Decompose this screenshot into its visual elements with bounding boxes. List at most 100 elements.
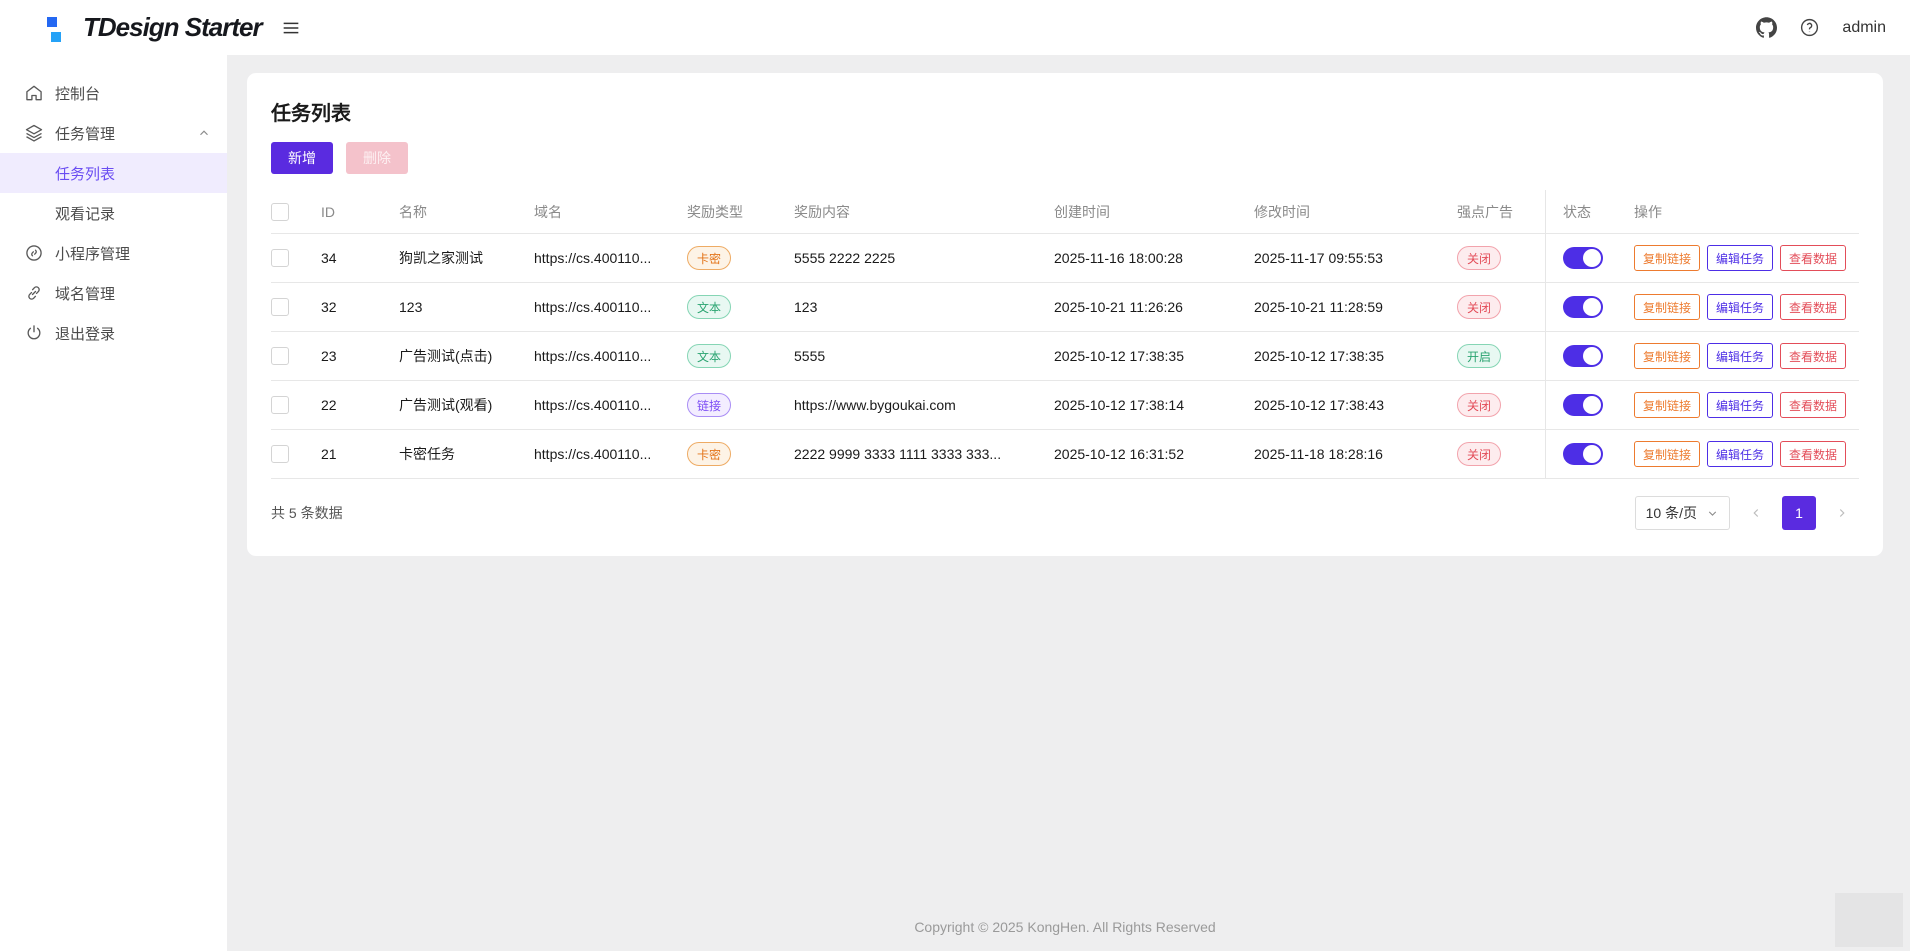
prev-page-button[interactable] [1739,496,1773,530]
cell-name: 广告测试(点击) [399,346,534,366]
cell-created: 2025-10-12 17:38:35 [1054,348,1254,364]
view-data-button[interactable]: 查看数据 [1780,294,1846,320]
cell-name: 狗凯之家测试 [399,248,534,268]
chevron-up-icon [197,126,211,140]
sidebar-item-label: 观看记录 [55,203,115,224]
col-header-modified: 修改时间 [1254,202,1457,222]
status-toggle[interactable] [1563,345,1603,367]
force-ad-badge: 关闭 [1457,295,1501,319]
col-header-created: 创建时间 [1054,202,1254,222]
row-checkbox[interactable] [271,298,289,316]
cell-id: 23 [321,348,399,364]
app-logo[interactable]: TDesign Starter [47,12,262,43]
sidebar-item-label: 域名管理 [55,283,115,304]
view-data-button[interactable]: 查看数据 [1780,441,1846,467]
add-button[interactable]: 新增 [271,142,333,174]
sidebar-item-task-list[interactable]: 任务列表 [0,153,227,193]
sidebar-item-label: 退出登录 [55,323,115,344]
sidebar-nav: 控制台 任务管理 任务列表 [0,55,227,951]
edit-task-button[interactable]: 编辑任务 [1707,294,1773,320]
next-page-button[interactable] [1825,496,1859,530]
col-header-domain: 域名 [534,202,687,222]
sidebar-item-task-management[interactable]: 任务管理 [0,113,227,153]
power-icon [24,323,44,343]
cell-created: 2025-10-12 17:38:14 [1054,397,1254,413]
top-header: TDesign Starter admin [0,0,1910,55]
cell-id: 22 [321,397,399,413]
force-ad-badge: 关闭 [1457,393,1501,417]
col-header-id: ID [321,204,399,220]
main-content: 任务列表 新增 删除 ID 名称 域名 奖励类型 奖励内容 创建时间 [227,55,1910,951]
sidebar-item-label: 任务列表 [55,163,115,184]
page-size-value: 10 条/页 [1646,503,1697,523]
copyright-text: Copyright © 2025 KongHen. All Rights Res… [227,919,1903,935]
task-list-card: 任务列表 新增 删除 ID 名称 域名 奖励类型 奖励内容 创建时间 [247,73,1883,556]
row-checkbox[interactable] [271,249,289,267]
sidebar-item-logout[interactable]: 退出登录 [0,313,227,353]
row-checkbox[interactable] [271,396,289,414]
cell-reward-content: https://www.bygoukai.com [794,397,1054,413]
cell-domain: https://cs.400110... [534,446,687,462]
table-row: 23 广告测试(点击) https://cs.400110... 文本 5555… [271,332,1859,381]
cell-domain: https://cs.400110... [534,299,687,315]
select-all-checkbox[interactable] [271,203,289,221]
cell-id: 21 [321,446,399,462]
cell-domain: https://cs.400110... [534,250,687,266]
sidebar-item-label: 控制台 [55,83,100,104]
status-toggle[interactable] [1563,247,1603,269]
help-icon[interactable] [1799,17,1820,38]
cell-created: 2025-11-16 18:00:28 [1054,250,1254,266]
col-header-reward-type: 奖励类型 [687,202,794,222]
edit-task-button[interactable]: 编辑任务 [1707,343,1773,369]
sidebar-item-miniprogram-management[interactable]: 小程序管理 [0,233,227,273]
copy-link-button[interactable]: 复制链接 [1634,343,1700,369]
cell-domain: https://cs.400110... [534,348,687,364]
status-toggle[interactable] [1563,443,1603,465]
view-data-button[interactable]: 查看数据 [1780,343,1846,369]
layers-icon [24,123,44,143]
edit-task-button[interactable]: 编辑任务 [1707,392,1773,418]
github-icon[interactable] [1756,17,1777,38]
collapse-menu-icon[interactable] [280,17,302,39]
cell-id: 32 [321,299,399,315]
copy-link-button[interactable]: 复制链接 [1634,245,1700,271]
page-size-select[interactable]: 10 条/页 [1635,496,1730,530]
sidebar-item-label: 小程序管理 [55,243,130,264]
view-data-button[interactable]: 查看数据 [1780,392,1846,418]
row-checkbox[interactable] [271,347,289,365]
table-header-row: ID 名称 域名 奖励类型 奖励内容 创建时间 修改时间 强点广告 状态 操作 [271,190,1859,234]
sidebar-item-dashboard[interactable]: 控制台 [0,73,227,113]
edit-task-button[interactable]: 编辑任务 [1707,441,1773,467]
cell-modified: 2025-10-21 11:28:59 [1254,299,1457,315]
cell-reward-content: 123 [794,299,1054,315]
cell-name: 卡密任务 [399,444,534,464]
status-toggle[interactable] [1563,296,1603,318]
delete-button[interactable]: 删除 [346,142,408,174]
edit-task-button[interactable]: 编辑任务 [1707,245,1773,271]
circle-link-icon [24,243,44,263]
row-checkbox[interactable] [271,445,289,463]
user-menu[interactable]: admin [1842,19,1886,37]
page-number-button[interactable]: 1 [1782,496,1816,530]
view-data-button[interactable]: 查看数据 [1780,245,1846,271]
sidebar-item-label: 任务管理 [55,123,115,144]
sidebar-item-watch-records[interactable]: 观看记录 [0,193,227,233]
cell-created: 2025-10-12 16:31:52 [1054,446,1254,462]
copy-link-button[interactable]: 复制链接 [1634,392,1700,418]
cell-modified: 2025-11-18 18:28:16 [1254,446,1457,462]
cell-modified: 2025-10-12 17:38:43 [1254,397,1457,413]
status-toggle[interactable] [1563,394,1603,416]
force-ad-badge: 开启 [1457,344,1501,368]
pagination: 共 5 条数据 10 条/页 1 [271,496,1859,532]
sidebar-item-domain-management[interactable]: 域名管理 [0,273,227,313]
logo-mark-icon [47,14,69,42]
force-ad-badge: 关闭 [1457,442,1501,466]
col-header-name: 名称 [399,202,534,222]
task-table: ID 名称 域名 奖励类型 奖励内容 创建时间 修改时间 强点广告 状态 操作 [271,190,1859,479]
cell-domain: https://cs.400110... [534,397,687,413]
chevron-down-icon [1706,507,1719,520]
copy-link-button[interactable]: 复制链接 [1634,294,1700,320]
reward-type-tag: 文本 [687,344,731,368]
copy-link-button[interactable]: 复制链接 [1634,441,1700,467]
cell-created: 2025-10-21 11:26:26 [1054,299,1254,315]
